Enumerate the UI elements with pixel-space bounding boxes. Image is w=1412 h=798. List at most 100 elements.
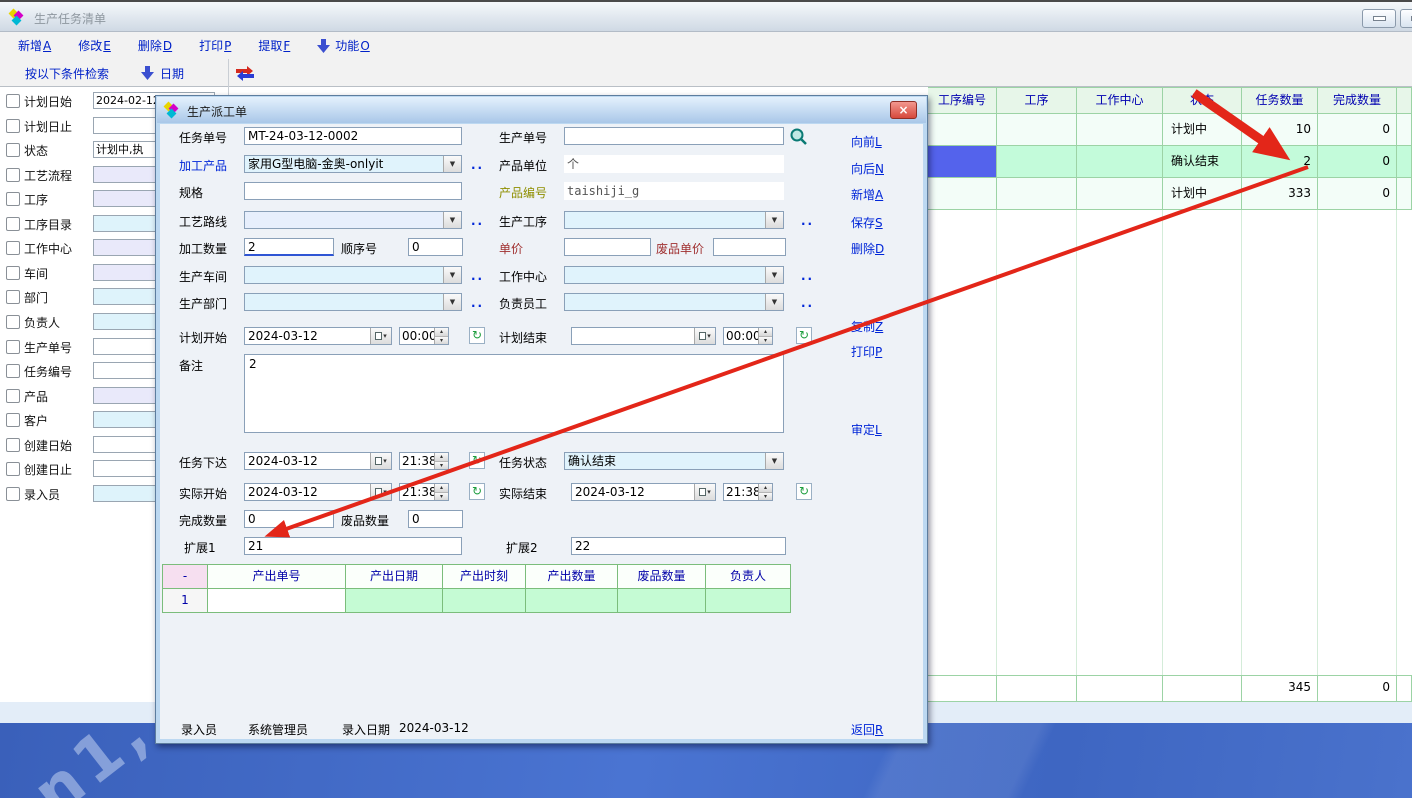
spin-down-icon[interactable]: ▾ <box>759 493 772 501</box>
toolbar-functions-button[interactable]: 功能O <box>317 37 369 54</box>
checkbox[interactable] <box>6 168 20 182</box>
output-date-cell[interactable] <box>345 588 443 613</box>
task-row[interactable]: 计划中 333 0 <box>928 178 1412 210</box>
actual-end-time[interactable]: 21:38 ▴▾ <box>723 483 773 501</box>
checkbox[interactable] <box>6 266 20 280</box>
cell-proc[interactable] <box>997 114 1077 145</box>
spec-input[interactable] <box>244 182 462 200</box>
cell-task-qty[interactable]: 2 <box>1242 146 1318 177</box>
refresh-icon[interactable]: ↻ <box>469 452 485 469</box>
scrap-qty-input[interactable]: 0 <box>408 510 463 528</box>
spin-down-icon[interactable]: ▾ <box>435 493 448 501</box>
workshop-lookup-button[interactable]: .. <box>471 269 484 283</box>
cell-proc[interactable] <box>997 178 1077 209</box>
cell-work-center[interactable] <box>1077 114 1163 145</box>
toolbar-edit-button[interactable]: 修改E <box>78 37 111 54</box>
toolbar-extract-button[interactable]: 提取F <box>258 37 290 54</box>
search-icon[interactable] <box>789 127 808 146</box>
output-table-row[interactable]: 1 <box>162 588 791 613</box>
cell-proc-no-selected[interactable] <box>928 146 997 177</box>
calendar-dropdown-icon[interactable]: ▾ <box>370 484 391 500</box>
cell-done-qty[interactable]: 0 <box>1318 146 1397 177</box>
cell-proc-no[interactable] <box>928 178 997 209</box>
price-input[interactable] <box>564 238 651 256</box>
cell-proc-no[interactable] <box>928 114 997 145</box>
calendar-dropdown-icon[interactable]: ▾ <box>370 453 391 469</box>
forward-button[interactable]: 向前L <box>851 133 882 150</box>
date-filter-button[interactable]: 日期 <box>160 65 184 82</box>
staff-select[interactable]: ▼ <box>564 293 784 311</box>
staff-lookup-button[interactable]: .. <box>801 296 814 310</box>
toolbar-add-button[interactable]: 新增A <box>18 37 51 54</box>
scrap-price-input[interactable] <box>713 238 786 256</box>
checkbox[interactable] <box>6 241 20 255</box>
qty-input[interactable]: 2 <box>244 238 334 256</box>
restore-button[interactable] <box>1400 9 1412 28</box>
col-header[interactable]: 状态 <box>1163 88 1242 113</box>
checkbox[interactable] <box>6 389 20 403</box>
checkbox[interactable] <box>6 487 20 501</box>
plan-start-date[interactable]: 2024-03-12 ▾ <box>244 327 392 345</box>
output-qty-cell[interactable] <box>525 588 618 613</box>
cell-status[interactable]: 计划中 <box>1163 178 1242 209</box>
delete-button[interactable]: 删除D <box>851 240 884 257</box>
toolbar-delete-button[interactable]: 删除D <box>138 37 172 54</box>
cell-work-center[interactable] <box>1077 178 1163 209</box>
spin-up-icon[interactable]: ▴ <box>435 453 448 462</box>
checkbox[interactable] <box>6 413 20 427</box>
spin-up-icon[interactable]: ▴ <box>435 328 448 337</box>
output-scrap-cell[interactable] <box>617 588 706 613</box>
route-lookup-button[interactable]: .. <box>471 214 484 228</box>
done-qty-input[interactable]: 0 <box>244 510 334 528</box>
cell-status[interactable]: 确认结束 <box>1163 146 1242 177</box>
checkbox[interactable] <box>6 290 20 304</box>
spin-up-icon[interactable]: ▴ <box>759 484 772 493</box>
chevron-down-icon[interactable]: ▼ <box>443 267 461 283</box>
time-spinner[interactable]: ▴▾ <box>434 328 448 344</box>
spin-up-icon[interactable]: ▴ <box>435 484 448 493</box>
swap-columns-icon[interactable] <box>236 65 254 81</box>
refresh-icon[interactable]: ↻ <box>796 483 812 500</box>
time-spinner[interactable]: ▴▾ <box>434 453 448 469</box>
chevron-down-icon[interactable]: ▼ <box>765 453 783 469</box>
dept-select[interactable]: ▼ <box>244 293 462 311</box>
cell-proc[interactable] <box>997 146 1077 177</box>
plan-end-date[interactable]: ▾ <box>571 327 716 345</box>
col-header[interactable]: 工序编号 <box>928 88 997 113</box>
spin-up-icon[interactable]: ▴ <box>759 328 772 337</box>
time-spinner[interactable]: ▴▾ <box>758 484 772 500</box>
checkbox[interactable] <box>6 192 20 206</box>
work-center-lookup-button[interactable]: .. <box>801 269 814 283</box>
checkbox[interactable] <box>6 364 20 378</box>
calendar-dropdown-icon[interactable]: ▾ <box>694 328 715 344</box>
refresh-icon[interactable]: ↻ <box>469 483 485 500</box>
time-spinner[interactable]: ▴▾ <box>758 328 772 344</box>
actual-start-time[interactable]: 21:38 ▴▾ <box>399 483 449 501</box>
chevron-down-icon[interactable]: ▼ <box>443 294 461 310</box>
ext2-input[interactable]: 22 <box>571 537 786 555</box>
spin-down-icon[interactable]: ▾ <box>435 462 448 470</box>
refresh-icon[interactable]: ↻ <box>469 327 485 344</box>
col-header[interactable]: 工序 <box>997 88 1077 113</box>
workshop-select[interactable]: ▼ <box>244 266 462 284</box>
prod-proc-lookup-button[interactable]: .. <box>801 214 814 228</box>
plan-start-time[interactable]: 00:00 ▴▾ <box>399 327 449 345</box>
task-issue-time[interactable]: 21:38 ▴▾ <box>399 452 449 470</box>
product-select[interactable]: 家用G型电脑-金奥-onlyit ▼ <box>244 155 462 173</box>
save-button[interactable]: 保存S <box>851 214 883 231</box>
chevron-down-icon[interactable]: ▼ <box>765 212 783 228</box>
actual-start-date[interactable]: 2024-03-12 ▾ <box>244 483 392 501</box>
actual-end-date[interactable]: 2024-03-12 ▾ <box>571 483 716 501</box>
checkbox[interactable] <box>6 340 20 354</box>
checkbox[interactable] <box>6 438 20 452</box>
task-status-select[interactable]: 确认结束 ▼ <box>564 452 784 470</box>
calendar-dropdown-icon[interactable]: ▾ <box>370 328 391 344</box>
plan-end-time[interactable]: 00:00 ▴▾ <box>723 327 773 345</box>
ext1-input[interactable]: 21 <box>244 537 462 555</box>
refresh-icon[interactable]: ↻ <box>796 327 812 344</box>
task-row-selected[interactable]: 确认结束 2 0 <box>928 146 1412 178</box>
close-icon[interactable]: × <box>890 101 917 119</box>
cell-task-qty[interactable]: 333 <box>1242 178 1318 209</box>
cell-done-qty[interactable]: 0 <box>1318 114 1397 145</box>
checkbox[interactable] <box>6 217 20 231</box>
